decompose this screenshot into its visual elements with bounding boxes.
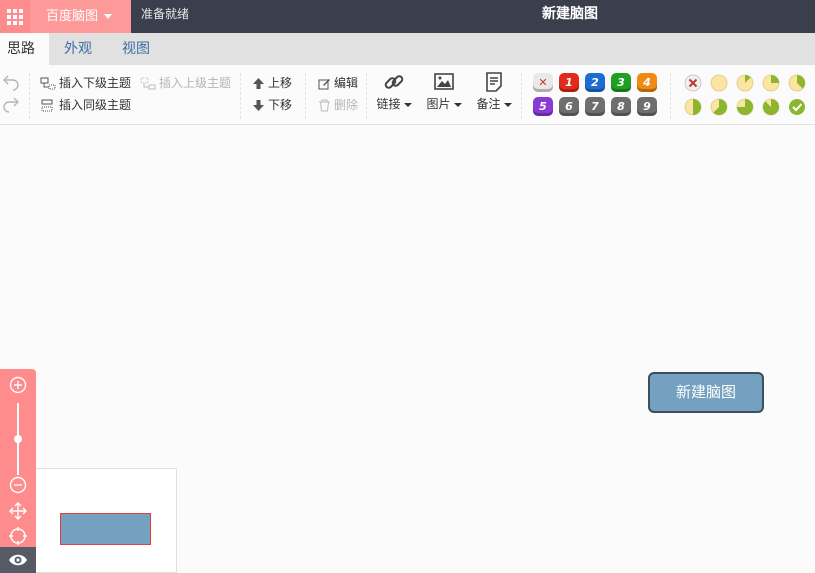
link-label: 链接 (376, 97, 401, 111)
zoom-out-icon[interactable] (9, 476, 27, 494)
progress-5-button[interactable] (709, 97, 729, 117)
delete-label: 删除 (334, 98, 359, 112)
image-label: 图片 (426, 97, 451, 111)
link-icon (384, 75, 404, 89)
priority-2-button[interactable]: 2 (585, 73, 605, 92)
note-icon (486, 72, 502, 92)
priority-1-button[interactable]: 1 (559, 73, 579, 92)
dropdown-arrow-icon (503, 102, 512, 107)
trash-icon (319, 99, 330, 112)
edit-icon (318, 79, 330, 90)
insert-sibling-button[interactable]: 插入同级主题 (40, 97, 131, 113)
progress-3-button[interactable] (787, 73, 807, 93)
divider (305, 73, 306, 119)
move-up-button[interactable]: 上移 (252, 75, 292, 91)
progress-2-button[interactable] (761, 73, 781, 93)
edit-label: 编辑 (334, 76, 359, 90)
insert-child-label: 插入下级主题 (59, 76, 132, 90)
root-topic-node[interactable]: 新建脑图 (648, 372, 764, 413)
document-title[interactable]: 新建脑图 (0, 0, 815, 28)
insert-child-icon (40, 77, 56, 90)
priority-5-button[interactable]: 5 (533, 97, 553, 116)
tab-view[interactable]: 视图 (115, 33, 157, 65)
insert-sibling-label: 插入同级主题 (59, 98, 132, 112)
progress-6-button[interactable] (735, 97, 755, 117)
tab-appearance[interactable]: 外观 (57, 33, 99, 65)
image-button[interactable]: 图片 (423, 71, 465, 112)
link-button[interactable]: 链接 (373, 71, 415, 112)
arrow-down-icon (253, 100, 264, 111)
progress-1-button[interactable] (735, 73, 755, 93)
note-label: 备注 (476, 97, 501, 111)
arrow-up-icon (253, 78, 264, 89)
eye-icon (9, 554, 27, 566)
edit-button[interactable]: 编辑 (318, 75, 358, 91)
insert-parent-label: 插入上级主题 (159, 76, 232, 90)
move-down-label: 下移 (268, 98, 293, 112)
dropdown-arrow-icon (403, 102, 412, 107)
insert-parent-icon (140, 77, 156, 90)
insert-parent-button[interactable]: 插入上级主题 (140, 75, 231, 91)
navigator-toggle-button[interactable] (0, 547, 36, 573)
progress-7-button[interactable] (761, 97, 781, 117)
priority-8-button[interactable]: 8 (611, 97, 631, 116)
priority-3-button[interactable]: 3 (611, 73, 631, 92)
toolbar: 插入下级主题 插入上级主题 插入同级主题 上移 下移 编辑 删除 链接 图片 备… (0, 65, 815, 125)
divider (670, 73, 671, 119)
top-bar: 百度脑图 准备就绪 新建脑图 (0, 0, 815, 33)
note-button[interactable]: 备注 (473, 71, 515, 112)
insert-child-button[interactable]: 插入下级主题 (40, 75, 131, 91)
redo-icon[interactable] (2, 95, 20, 113)
zoom-in-icon[interactable] (9, 376, 27, 394)
divider (521, 73, 522, 119)
undo-icon[interactable] (2, 73, 20, 91)
divider (29, 73, 30, 119)
insert-sibling-icon (41, 99, 53, 112)
remove-progress-button[interactable] (683, 73, 703, 93)
move-hand-icon[interactable] (9, 502, 27, 520)
locate-root-icon[interactable] (9, 527, 27, 545)
dropdown-arrow-icon (453, 102, 462, 107)
priority-6-button[interactable]: 6 (559, 97, 579, 116)
divider (366, 73, 367, 119)
zoom-slider-handle[interactable] (14, 435, 22, 443)
tab-idea[interactable]: 思路 (0, 33, 49, 65)
priority-4-button[interactable]: 4 (637, 73, 657, 92)
progress-done-button[interactable] (787, 97, 807, 117)
remove-priority-button[interactable]: ✕ (533, 73, 553, 92)
move-up-label: 上移 (268, 76, 293, 90)
priority-7-button[interactable]: 7 (585, 97, 605, 116)
image-icon (434, 73, 454, 90)
progress-4-button[interactable] (683, 97, 703, 117)
move-down-button[interactable]: 下移 (252, 97, 292, 113)
divider (240, 73, 241, 119)
minimap-viewport[interactable] (60, 513, 151, 545)
priority-9-button[interactable]: 9 (637, 97, 657, 116)
delete-button[interactable]: 删除 (318, 97, 358, 113)
progress-0-button[interactable] (709, 73, 729, 93)
main-tabs: 思路 外观 视图 (0, 33, 815, 65)
